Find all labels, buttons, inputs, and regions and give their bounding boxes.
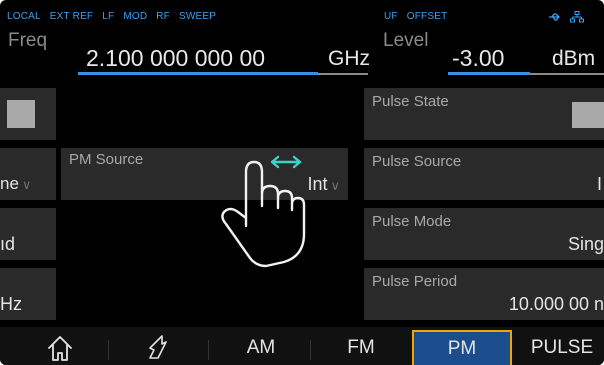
instrument-screen: LOCAL EXT REF LF MOD RF SWEEP UF OFFSET Freq 2…: [0, 0, 604, 365]
tab-fm[interactable]: FM: [316, 330, 406, 365]
level-value[interactable]: -3.00: [452, 45, 504, 72]
network-icon: [570, 10, 585, 23]
status-mod: MOD: [123, 11, 148, 22]
status-uf: UF: [384, 11, 398, 22]
back-button[interactable]: [128, 330, 188, 365]
left-row3-value: ıd: [0, 234, 16, 254]
home-icon: [48, 336, 72, 361]
chevron-down-icon: ∨: [330, 178, 340, 193]
freq-label: Freq: [8, 30, 48, 51]
tab-divider: [310, 340, 311, 360]
left-row2-value: ne ∨: [0, 174, 32, 193]
pulse-source-panel[interactable]: Pulse Source I: [364, 148, 604, 200]
pulse-source-value[interactable]: I: [597, 174, 602, 195]
chevron-down-icon: ∨: [21, 177, 32, 192]
pulse-state-title: Pulse State: [372, 93, 449, 110]
tab-pulse[interactable]: PULSE: [520, 330, 604, 365]
left-toggle[interactable]: [7, 100, 35, 128]
status-ext-ref: EXT REF: [49, 11, 94, 22]
freq-focus-bar: [78, 72, 318, 75]
left-panel-row4[interactable]: Hz: [0, 268, 56, 320]
pulse-mode-value[interactable]: Sing: [568, 234, 604, 255]
status-offset: OFFSET: [406, 11, 448, 22]
tab-divider: [108, 340, 109, 360]
freq-unit[interactable]: GHz: [328, 47, 370, 71]
status-local: LOCAL: [7, 11, 41, 22]
tab-pm[interactable]: PM: [412, 330, 512, 365]
level-focus-bar: [448, 72, 530, 75]
left-panel-row2[interactable]: ne ∨: [0, 148, 56, 200]
status-sweep: SWEEP: [179, 11, 217, 22]
pulse-period-value[interactable]: 10.000 00 n: [509, 294, 604, 315]
tab-am[interactable]: AM: [215, 330, 307, 365]
tab-divider: [208, 340, 209, 360]
swipe-gesture-icon: [221, 155, 306, 268]
status-bar-right: UF OFFSET: [384, 11, 456, 22]
level-label: Level: [383, 30, 429, 51]
status-lf: LF: [102, 11, 115, 22]
left-row4-value: Hz: [0, 294, 22, 314]
left-panel-row1[interactable]: [0, 88, 56, 140]
pulse-state-toggle[interactable]: [572, 102, 604, 128]
home-button[interactable]: [30, 330, 90, 365]
freq-value[interactable]: 2.100 000 000 00: [86, 45, 265, 72]
level-unit[interactable]: dBm: [552, 47, 595, 71]
left-panel-row3[interactable]: ıd: [0, 208, 56, 260]
pulse-state-panel[interactable]: Pulse State: [364, 88, 604, 140]
pulse-mode-title: Pulse Mode: [372, 213, 452, 230]
status-bar-left: LOCAL EXT REF LF MOD RF SWEEP: [7, 11, 225, 22]
pulse-mode-panel[interactable]: Pulse Mode Sing: [364, 208, 604, 260]
usb-icon: [549, 13, 560, 21]
status-rf: RF: [156, 11, 170, 22]
pm-source-title: PM Source: [69, 151, 144, 168]
status-icons: [547, 9, 585, 23]
pulse-period-panel[interactable]: Pulse Period 10.000 00 n: [364, 268, 604, 320]
pulse-source-title: Pulse Source: [372, 153, 462, 170]
pulse-period-title: Pulse Period: [372, 273, 458, 290]
return-arrow-icon: [149, 335, 167, 359]
